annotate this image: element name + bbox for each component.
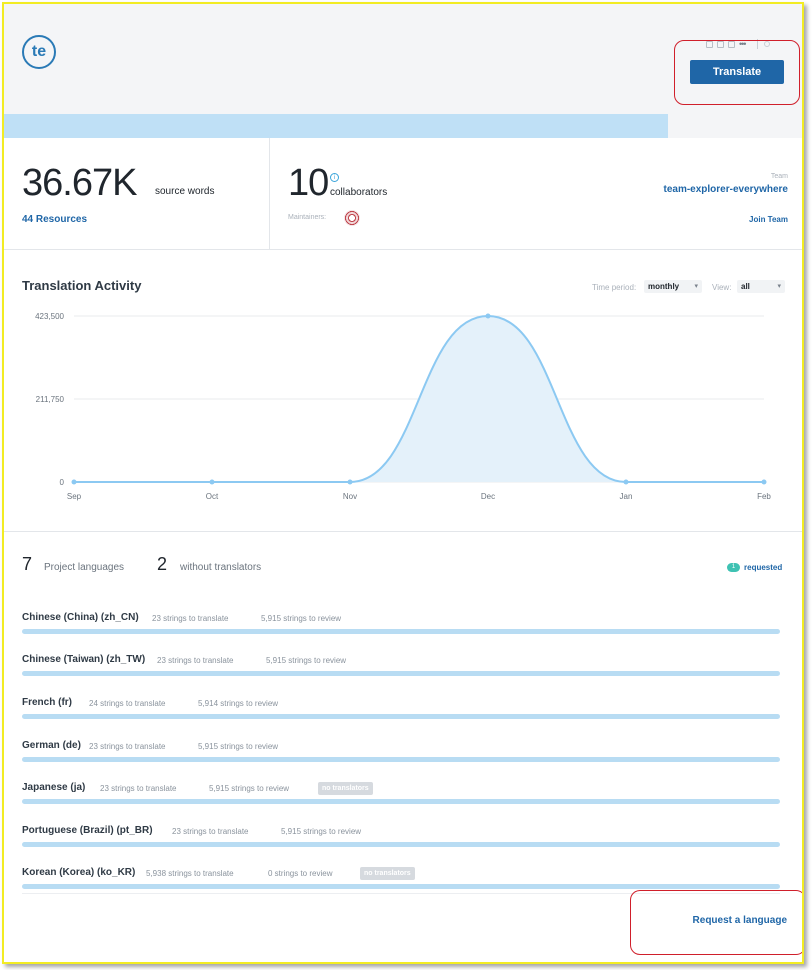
language-name[interactable]: French (fr) [22, 697, 72, 708]
language-name[interactable]: Portuguese (Brazil) (pt_BR) [22, 825, 153, 836]
language-name[interactable]: Korean (Korea) (ko_KR) [22, 867, 135, 878]
x-tick-label: Sep [67, 492, 82, 501]
y-tick-label: 0 [60, 478, 65, 487]
language-progress-bar [22, 671, 780, 676]
language-row[interactable]: Japanese (ja) 23 strings to translate 5,91… [22, 782, 780, 818]
strings-to-review: 5,915 strings to review [209, 784, 290, 793]
project-stats: 36.67K source words 44 Resources 10 i co… [4, 138, 802, 250]
translate-highlight-annotation [674, 40, 800, 105]
data-point[interactable] [485, 313, 491, 319]
language-progress-bar [22, 799, 780, 804]
language-progress-bar [22, 757, 780, 762]
info-icon[interactable]: i [330, 173, 339, 182]
language-row[interactable]: Chinese (Taiwan) (zh_TW) 23 strings to tr… [22, 654, 780, 690]
language-progress-bar [22, 714, 780, 719]
language-row[interactable]: French (fr) 24 strings to translate 5,914 … [22, 697, 780, 733]
requested-count-badge[interactable]: 1 [727, 563, 740, 572]
x-tick-label: Feb [757, 492, 771, 501]
strings-to-translate: 24 strings to translate [89, 699, 166, 708]
language-row[interactable]: Chinese (China) (zh_CN) 23 strings to tra… [22, 612, 780, 648]
strings-to-review: 0 strings to review [268, 869, 333, 878]
data-point[interactable] [623, 479, 629, 485]
language-name[interactable]: Chinese (Taiwan) (zh_TW) [22, 654, 145, 665]
strings-to-translate: 23 strings to translate [172, 827, 249, 836]
stats-divider [269, 138, 270, 250]
strings-to-translate: 23 strings to translate [152, 614, 229, 623]
strings-to-translate: 5,938 strings to translate [146, 869, 234, 878]
team-label: Team [770, 173, 788, 180]
data-point[interactable] [209, 479, 215, 485]
strings-to-review: 5,914 strings to review [198, 699, 279, 708]
project-dashboard: te ••• Translate 36.67K source words 44 … [2, 2, 804, 964]
join-team-link[interactable]: Join Team [749, 215, 788, 224]
strings-to-review: 5,915 strings to review [281, 827, 362, 836]
language-name[interactable]: Chinese (China) (zh_CN) [22, 612, 139, 623]
translation-activity-chart: 0 211,750 423,500 Sep Oct Nov Dec Jan Feb [35, 312, 771, 501]
y-tick-label: 423,500 [35, 312, 64, 321]
translation-activity-panel: Translation Activity Time period: monthl… [4, 250, 802, 532]
language-name[interactable]: German (de) [22, 740, 81, 751]
data-point[interactable] [761, 479, 767, 485]
strings-to-review: 5,915 strings to review [198, 742, 279, 751]
no-translators-badge: no translators [318, 782, 373, 795]
language-progress-bar [22, 629, 780, 634]
data-point[interactable] [71, 479, 77, 485]
collaborators-label: collaborators [330, 187, 388, 198]
data-point[interactable] [347, 479, 353, 485]
language-progress-bar [22, 842, 780, 847]
language-name[interactable]: Japanese (ja) [22, 782, 85, 793]
language-progress-bar [22, 884, 780, 889]
no-translators-badge: no translators [360, 867, 415, 880]
translation-progress-bar [4, 114, 802, 138]
language-row[interactable]: Portuguese (Brazil) (pt_BR) 23 strings to… [22, 825, 780, 861]
language-row[interactable]: German (de) 23 strings to translate 5,915 … [22, 740, 780, 776]
strings-to-translate: 23 strings to translate [89, 742, 166, 751]
y-tick-label: 211,750 [36, 395, 65, 404]
strings-to-review: 5,915 strings to review [261, 614, 342, 623]
x-tick-label: Dec [481, 492, 495, 501]
project-languages-label: Project languages [44, 562, 125, 573]
team-link[interactable]: team-explorer-everywhere [663, 184, 788, 195]
without-translators-count: 2 [157, 554, 168, 574]
maintainer-avatar[interactable] [344, 210, 360, 226]
project-logo: te [22, 35, 56, 69]
source-words-count: 36.67K [22, 162, 137, 204]
project-languages-count: 7 [22, 554, 33, 574]
requested-link[interactable]: requested [744, 563, 782, 572]
source-words-label: source words [155, 186, 215, 197]
strings-to-translate: 23 strings to translate [100, 784, 177, 793]
collaborators-count: 10 [288, 162, 329, 204]
strings-to-translate: 23 strings to translate [157, 656, 234, 665]
translation-progress-fill [4, 114, 668, 138]
strings-to-review: 5,915 strings to review [266, 656, 347, 665]
request-language-highlight-annotation [630, 890, 802, 955]
x-tick-label: Oct [206, 492, 219, 501]
maintainers-label: Maintainers: [288, 214, 327, 221]
resources-link[interactable]: 44 Resources [22, 214, 87, 225]
x-tick-label: Jan [620, 492, 633, 501]
without-translators-label: without translators [180, 562, 262, 573]
x-tick-label: Nov [343, 492, 357, 501]
